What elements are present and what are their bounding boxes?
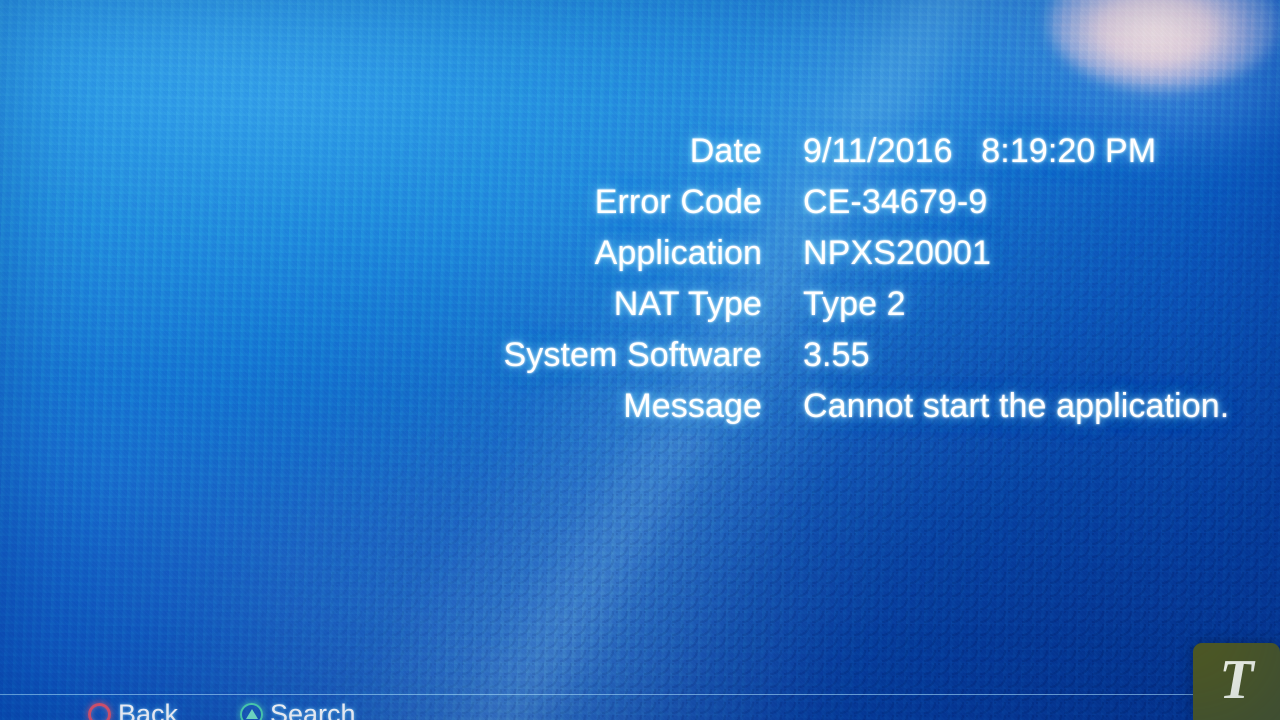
triangle-icon [240,702,263,720]
detail-value-message: Cannot start the application. [803,387,1230,425]
watermark-logo: T [1193,643,1280,720]
detail-label-system-software: System Software [503,336,762,374]
table-row: Message Cannot start the application. [0,386,1280,437]
detail-value-date: 9/11/2016 8:19:20 PM [803,132,1157,170]
ps4-error-detail-screen: Date 9/11/2016 8:19:20 PM Error Code CE-… [0,0,1280,720]
table-row: System Software 3.55 [0,335,1280,386]
table-row: Error Code CE-34679-9 [0,182,1280,233]
table-row: Application NPXS20001 [0,233,1280,284]
detail-label-application: Application [594,234,762,272]
bottom-action-search-label: Search [270,699,356,720]
bottom-action-bar: ter Back Search [0,694,1280,720]
table-row: NAT Type Type 2 [0,284,1280,335]
detail-value-application: NPXS20001 [803,234,992,272]
detail-label-error-code: Error Code [594,183,762,221]
detail-value-system-software: 3.55 [803,336,870,374]
watermark-letter: T [1219,648,1254,711]
detail-label-nat-type: NAT Type [613,285,762,323]
bottom-action-search[interactable]: Search [240,699,356,720]
detail-label-date: Date [689,132,762,170]
bottom-action-back[interactable]: Back [88,699,178,720]
detail-label-message: Message [623,387,762,425]
circle-icon [88,702,111,720]
detail-value-nat-type: Type 2 [803,285,906,323]
error-detail-table: Date 9/11/2016 8:19:20 PM Error Code CE-… [0,131,1280,437]
detail-value-error-code: CE-34679-9 [803,183,988,221]
bottom-action-back-label: Back [118,699,179,720]
table-row: Date 9/11/2016 8:19:20 PM [0,131,1280,182]
